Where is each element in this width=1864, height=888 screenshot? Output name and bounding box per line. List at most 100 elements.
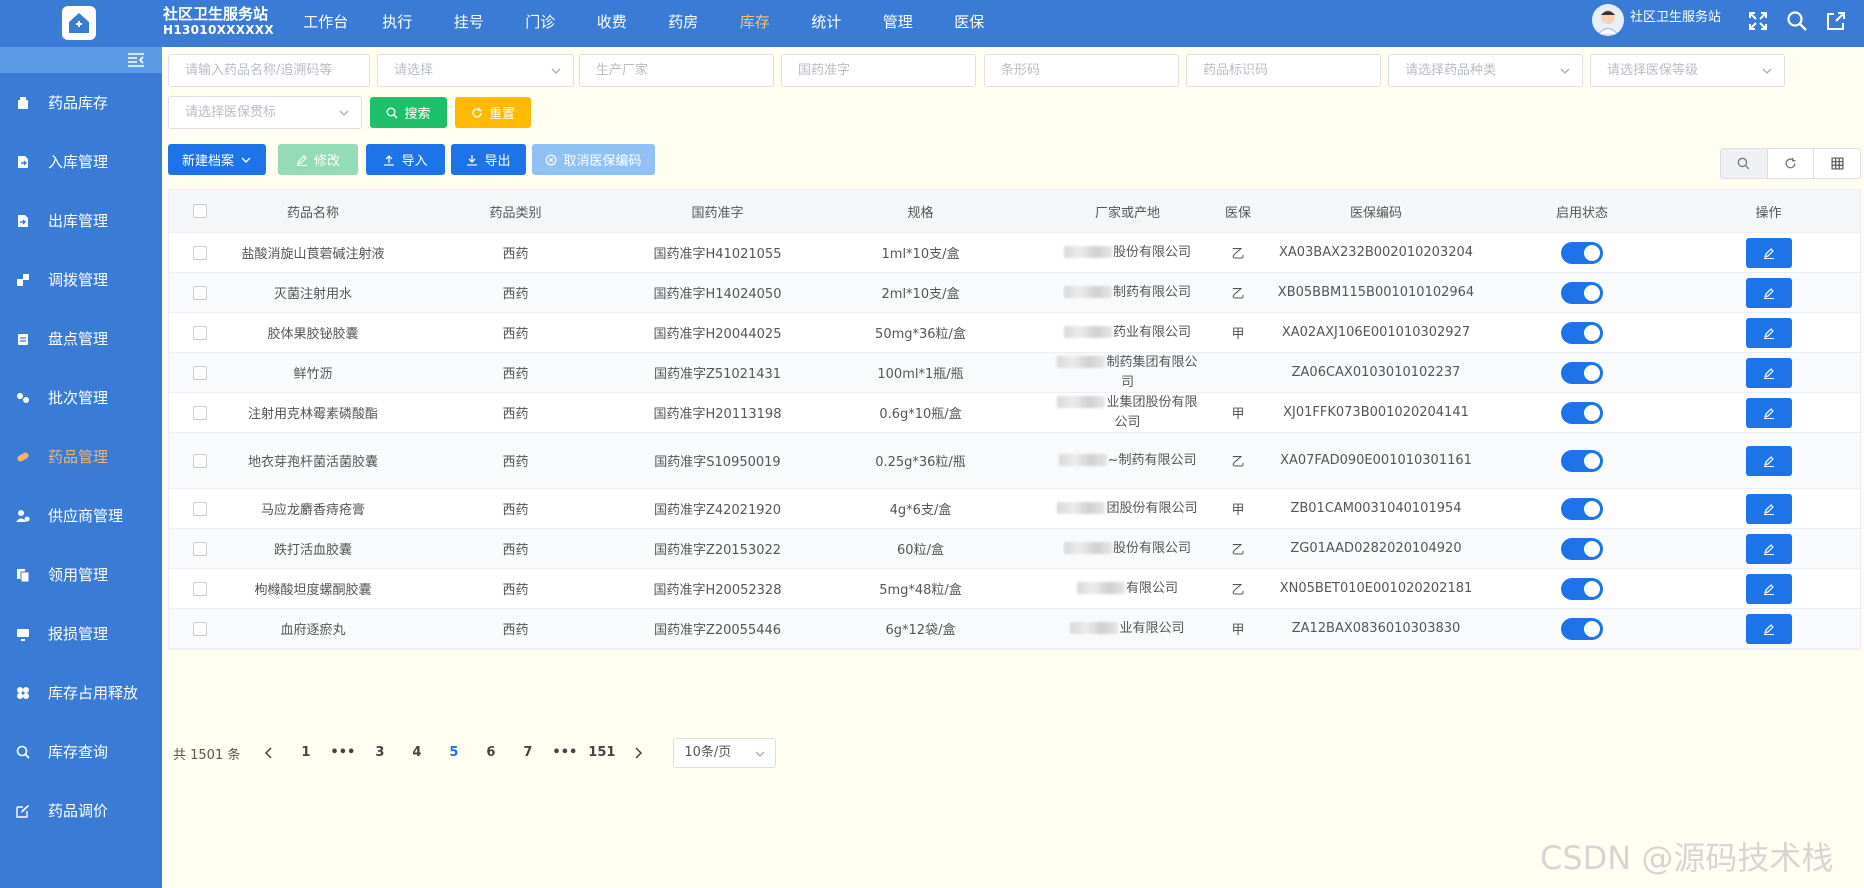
reset-button[interactable]: 重置 — [455, 97, 531, 128]
sidebar-item[interactable]: 药品调价 — [0, 781, 162, 840]
enable-switch[interactable] — [1561, 617, 1603, 640]
table-row[interactable]: 血府逐瘀丸 西药 国药准字Z20055446 6g*12袋/盒 业有限公司 甲 ZA12BA… — [169, 609, 1860, 649]
row-edit-button[interactable] — [1745, 397, 1792, 428]
drug-category-select[interactable]: 请选择药品种类 — [1388, 54, 1583, 87]
barcode-input[interactable]: 条形码 — [984, 54, 1179, 87]
page-size-select[interactable]: 10条/页 — [673, 738, 777, 768]
nav-item[interactable]: 药房 — [648, 0, 720, 47]
open-external-icon[interactable] — [1825, 10, 1847, 32]
prev-page-icon[interactable] — [250, 739, 287, 767]
sidebar-item[interactable]: 批次管理 — [0, 368, 162, 427]
row-checkbox[interactable] — [193, 245, 207, 260]
select-all-checkbox[interactable] — [193, 204, 207, 218]
enable-switch[interactable] — [1561, 497, 1603, 520]
enable-switch[interactable] — [1561, 401, 1603, 424]
sidebar-item[interactable]: 报损管理 — [0, 604, 162, 663]
nav-item[interactable]: 医保 — [934, 0, 1006, 47]
new-record-button[interactable]: 新建档案 — [168, 144, 266, 175]
nav-item[interactable]: 执行 — [362, 0, 434, 47]
table-row[interactable]: 马应龙麝香痔疮膏 西药 国药准字Z42021920 4g*6支/盒 团股份有限公司 甲 ZB… — [169, 489, 1860, 529]
nav-item[interactable]: 统计 — [791, 0, 863, 47]
sidebar-item[interactable]: 出库管理 — [0, 191, 162, 250]
row-checkbox[interactable] — [193, 405, 207, 420]
page-number[interactable]: 5 — [435, 739, 472, 767]
row-checkbox[interactable] — [193, 621, 207, 636]
search-icon[interactable] — [1786, 10, 1808, 32]
page-ellipsis[interactable]: ••• — [324, 739, 361, 767]
nav-item[interactable]: 挂号 — [433, 0, 505, 47]
nav-item[interactable]: 库存 — [719, 0, 791, 47]
page-number[interactable]: 1 — [287, 739, 324, 767]
row-edit-button[interactable] — [1745, 445, 1792, 476]
manufacturer-input[interactable]: 生产厂家 — [579, 54, 774, 87]
table-row[interactable]: 盐酸消旋山莨菪碱注射液 西药 国药准字H41021055 1ml*10支/盒 股份有限公… — [169, 233, 1860, 273]
table-row[interactable]: 灭菌注射用水 西药 国药准字H14024050 2ml*10支/盒 制药有限公司 乙 XB0… — [169, 273, 1860, 313]
enable-switch[interactable] — [1561, 449, 1603, 472]
row-edit-button[interactable] — [1745, 493, 1792, 524]
edit-button[interactable]: 修改 — [278, 144, 358, 175]
enable-switch[interactable] — [1561, 281, 1603, 304]
sidebar-item[interactable]: 调拨管理 — [0, 250, 162, 309]
insurance-level-select[interactable]: 请选择医保等级 — [1590, 54, 1785, 87]
row-checkbox[interactable] — [193, 325, 207, 340]
import-button[interactable]: 导入 — [366, 144, 445, 175]
refresh-button[interactable] — [1768, 149, 1815, 178]
row-edit-button[interactable] — [1745, 237, 1792, 268]
sidebar-item[interactable]: 药品库存 — [0, 73, 162, 132]
cancel-insurance-code-button[interactable]: 取消医保编码 — [532, 144, 655, 175]
table-row[interactable]: 注射用克林霉素磷酸酯 西药 国药准字H20113198 0.6g*10瓶/盒 业集团股份… — [169, 393, 1860, 433]
columns-button[interactable] — [1814, 149, 1860, 178]
next-page-icon[interactable] — [620, 739, 657, 767]
row-edit-button[interactable] — [1745, 533, 1792, 564]
row-edit-button[interactable] — [1745, 357, 1792, 388]
nav-item[interactable]: 管理 — [862, 0, 934, 47]
table-row[interactable]: 鲜竹沥 西药 国药准字Z51021431 100ml*1瓶/瓶 制药集团有限公司 ZA06… — [169, 353, 1860, 393]
row-edit-button[interactable] — [1745, 277, 1792, 308]
table-row[interactable]: 跌打活血胶囊 西药 国药准字Z20153022 60粒/盒 股份有限公司 乙 ZG01AAD… — [169, 529, 1860, 569]
sidebar-item[interactable]: 药品管理 — [0, 427, 162, 486]
nav-item[interactable]: 工作台 — [290, 0, 362, 47]
page-number[interactable]: 3 — [361, 739, 398, 767]
drug-id-input[interactable]: 药品标识码 — [1186, 54, 1381, 87]
sidebar-item[interactable]: 库存查询 — [0, 722, 162, 781]
enable-switch[interactable] — [1561, 537, 1603, 560]
row-edit-button[interactable] — [1745, 317, 1792, 348]
page-number[interactable]: 4 — [398, 739, 435, 767]
search-button[interactable]: 搜索 — [370, 97, 447, 128]
row-edit-button[interactable] — [1745, 573, 1792, 604]
row-checkbox[interactable] — [193, 365, 207, 380]
row-checkbox[interactable] — [193, 453, 207, 468]
user-menu[interactable]: 社区卫生服务站 — [1592, 4, 1721, 36]
sidebar-collapse-button[interactable] — [0, 47, 162, 73]
nav-item[interactable]: 收费 — [576, 0, 648, 47]
enable-switch[interactable] — [1561, 321, 1603, 344]
page-number[interactable]: 151 — [583, 739, 620, 767]
row-checkbox[interactable] — [193, 581, 207, 596]
drug-name-input[interactable]: 请输入药品名称/追溯码等 — [168, 54, 370, 87]
sidebar-item[interactable]: 供应商管理 — [0, 486, 162, 545]
sidebar-item[interactable]: 领用管理 — [0, 545, 162, 604]
page-ellipsis[interactable]: ••• — [546, 739, 583, 767]
export-button[interactable]: 导出 — [451, 144, 526, 175]
table-row[interactable]: 枸橼酸坦度螺酮胶囊 西药 国药准字H20052328 5mg*48粒/盒 有限公司 乙 XN… — [169, 569, 1860, 609]
table-row[interactable]: 胶体果胶铋胶囊 西药 国药准字H20044025 50mg*36粒/盒 药业有限公司 甲 X… — [169, 313, 1860, 353]
nav-item[interactable]: 门诊 — [505, 0, 577, 47]
row-checkbox[interactable] — [193, 541, 207, 556]
page-number[interactable]: 7 — [509, 739, 546, 767]
app-logo[interactable] — [62, 6, 96, 40]
page-number[interactable]: 6 — [472, 739, 509, 767]
sidebar-item[interactable]: 盘点管理 — [0, 309, 162, 368]
enable-switch[interactable] — [1561, 577, 1603, 600]
fullscreen-icon[interactable] — [1747, 10, 1769, 32]
row-edit-button[interactable] — [1745, 613, 1792, 644]
drug-type-select[interactable]: 请选择 — [377, 54, 574, 87]
toggle-search-button[interactable] — [1721, 149, 1768, 178]
row-checkbox[interactable] — [193, 501, 207, 516]
sidebar-item[interactable]: 库存占用释放 — [0, 663, 162, 722]
sidebar-item[interactable]: 入库管理 — [0, 132, 162, 191]
table-row[interactable]: 地衣芽孢杆菌活菌胶囊 西药 国药准字S10950019 0.25g*36粒/瓶 ~制药有… — [169, 433, 1860, 489]
enable-switch[interactable] — [1561, 361, 1603, 384]
row-checkbox[interactable] — [193, 285, 207, 300]
insurance-mark-select[interactable]: 请选择医保贯标 — [168, 96, 362, 129]
enable-switch[interactable] — [1561, 241, 1603, 264]
